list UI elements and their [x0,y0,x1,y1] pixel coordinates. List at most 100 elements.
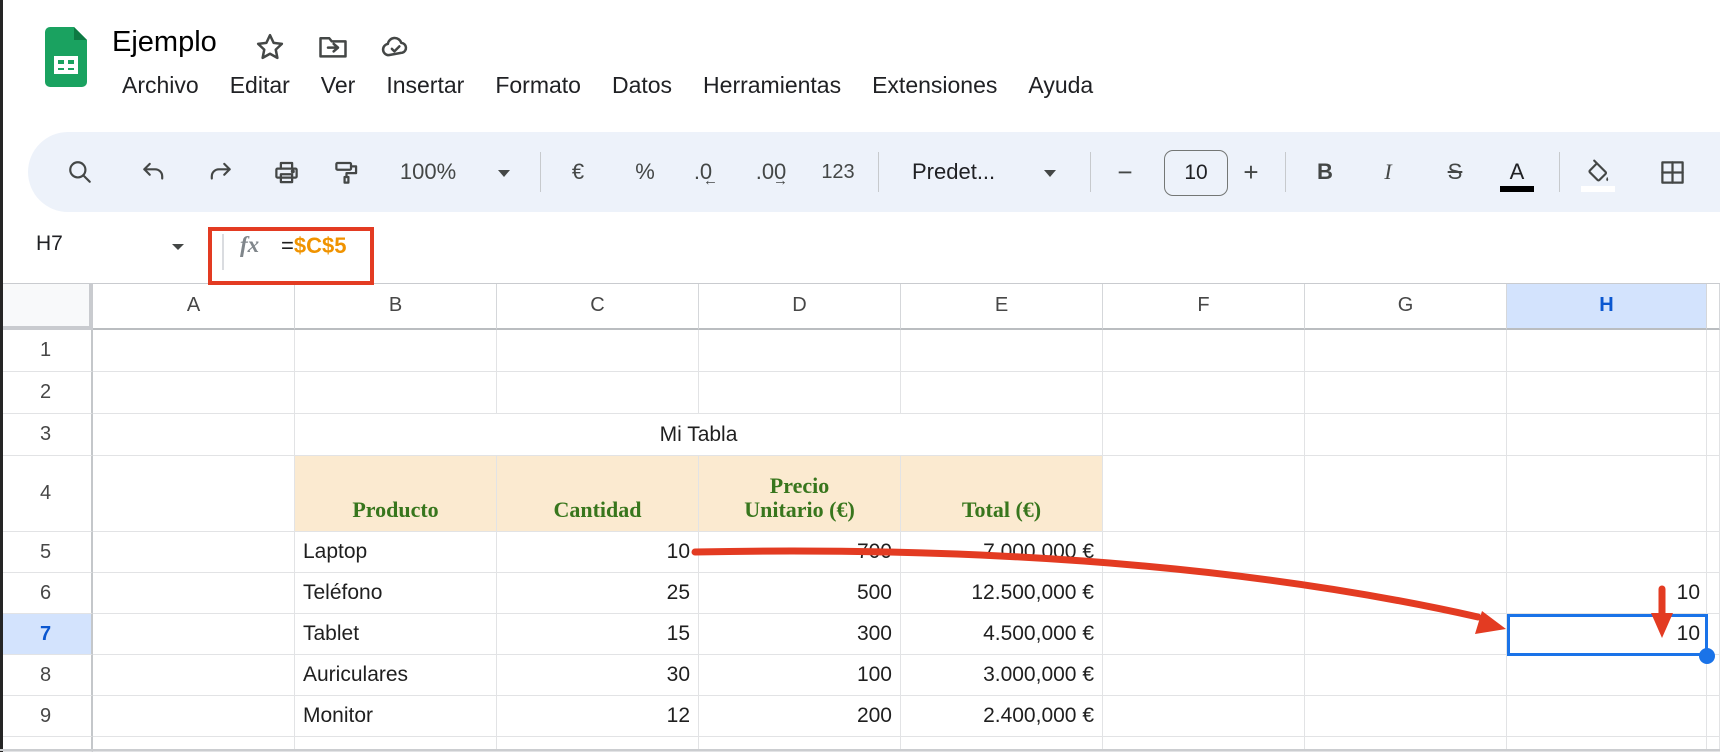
cell-I4[interactable] [1707,456,1720,532]
increase-decimals-button[interactable]: .00 → [749,150,793,194]
cell-H9[interactable] [1507,696,1707,737]
cell-F5[interactable] [1103,532,1305,573]
cell-B5[interactable]: Laptop [295,532,497,573]
cell-H1[interactable] [1507,330,1707,372]
row-header-1[interactable]: 1 [0,330,93,372]
cell-A8[interactable] [93,655,295,696]
cell-C8[interactable]: 30 [497,655,699,696]
row-header-6[interactable]: 6 [0,573,93,614]
cell-E7[interactable]: 4.500,000 € [901,614,1103,655]
menu-insertar[interactable]: Insertar [386,72,464,99]
cell-E1[interactable] [901,330,1103,372]
fill-color-button[interactable] [1576,150,1620,194]
formula-input[interactable]: =$C$5 [281,233,346,259]
cell-table-title[interactable]: Mi Tabla [295,414,1103,456]
cell-H5[interactable] [1507,532,1707,573]
menu-ayuda[interactable]: Ayuda [1028,72,1093,99]
sheets-logo-icon[interactable] [44,26,88,88]
bold-button[interactable]: B [1303,150,1347,194]
cell-B7[interactable]: Tablet [295,614,497,655]
star-icon[interactable] [255,32,285,62]
col-header-partial[interactable] [1707,283,1720,330]
cell-D1[interactable] [699,330,901,372]
row-header-8[interactable]: 8 [0,655,93,696]
cell-F9[interactable] [1103,696,1305,737]
undo-button[interactable] [131,150,175,194]
cell-C5[interactable]: 10 [497,532,699,573]
cell-A4[interactable] [93,456,295,532]
cell-C2[interactable] [497,372,699,414]
row-header-5[interactable]: 5 [0,532,93,573]
cell-I2[interactable] [1707,372,1720,414]
cell-D4-header[interactable]: Precio Unitario (€) [699,456,901,532]
menu-extensiones[interactable]: Extensiones [872,72,997,99]
cell-H8[interactable] [1507,655,1707,696]
col-header-G[interactable]: G [1305,283,1507,330]
cell-G1[interactable] [1305,330,1507,372]
cell-H4[interactable] [1507,456,1707,532]
cell-G9[interactable] [1305,696,1507,737]
cell-E9[interactable]: 2.400,000 € [901,696,1103,737]
paint-format-button[interactable] [324,150,368,194]
cell-C1[interactable] [497,330,699,372]
cell-F4[interactable] [1103,456,1305,532]
cell-A3[interactable] [93,414,295,456]
col-header-E[interactable]: E [901,283,1103,330]
cell-F2[interactable] [1103,372,1305,414]
cell-C4-header[interactable]: Cantidad [497,456,699,532]
format-currency-button[interactable]: € [556,150,600,194]
cell-F1[interactable] [1103,330,1305,372]
italic-button[interactable]: I [1366,150,1410,194]
text-color-button[interactable]: A [1495,150,1539,194]
row-header-4[interactable]: 4 [0,456,93,532]
cell-E2[interactable] [901,372,1103,414]
cell-A6[interactable] [93,573,295,614]
increase-font-size-button[interactable]: + [1229,150,1273,194]
redo-button[interactable] [199,150,243,194]
font-caret-icon[interactable] [1044,170,1056,177]
cell-C7[interactable]: 15 [497,614,699,655]
cell-A2[interactable] [93,372,295,414]
cell-F8[interactable] [1103,655,1305,696]
cell-G3[interactable] [1305,414,1507,456]
cell-D8[interactable]: 100 [699,655,901,696]
name-box[interactable]: H7 [36,232,63,256]
cell-G6[interactable] [1305,573,1507,614]
zoom-select[interactable]: 100% [388,150,468,194]
cell-G2[interactable] [1305,372,1507,414]
cell-D2[interactable] [699,372,901,414]
cell-G7[interactable] [1305,614,1507,655]
cell-I9[interactable] [1707,696,1720,737]
menu-datos[interactable]: Datos [612,72,672,99]
format-percent-button[interactable]: % [623,150,667,194]
cell-I1[interactable] [1707,330,1720,372]
more-formats-button[interactable]: 123 [816,150,860,194]
print-button[interactable] [264,150,308,194]
cell-I3[interactable] [1707,414,1720,456]
cell-B2[interactable] [295,372,497,414]
col-header-A[interactable]: A [93,283,295,330]
cell-F3[interactable] [1103,414,1305,456]
name-box-caret-icon[interactable] [172,244,184,250]
cell-G5[interactable] [1305,532,1507,573]
cell-F7[interactable] [1103,614,1305,655]
row-header-2[interactable]: 2 [0,372,93,414]
document-title[interactable]: Ejemplo [112,26,217,59]
cell-A9[interactable] [93,696,295,737]
cell-G4[interactable] [1305,456,1507,532]
cell-C6[interactable]: 25 [497,573,699,614]
font-name-select[interactable]: Predet... [912,150,1032,194]
cell-G8[interactable] [1305,655,1507,696]
col-header-D[interactable]: D [699,283,901,330]
menu-editar[interactable]: Editar [230,72,290,99]
borders-button[interactable] [1650,150,1694,194]
col-header-C[interactable]: C [497,283,699,330]
cell-B1[interactable] [295,330,497,372]
cell-H2[interactable] [1507,372,1707,414]
fill-handle[interactable] [1699,648,1715,664]
decrease-font-size-button[interactable]: − [1103,150,1147,194]
menu-ver[interactable]: Ver [321,72,356,99]
col-header-B[interactable]: B [295,283,497,330]
search-button[interactable] [58,150,102,194]
cell-C9[interactable]: 12 [497,696,699,737]
